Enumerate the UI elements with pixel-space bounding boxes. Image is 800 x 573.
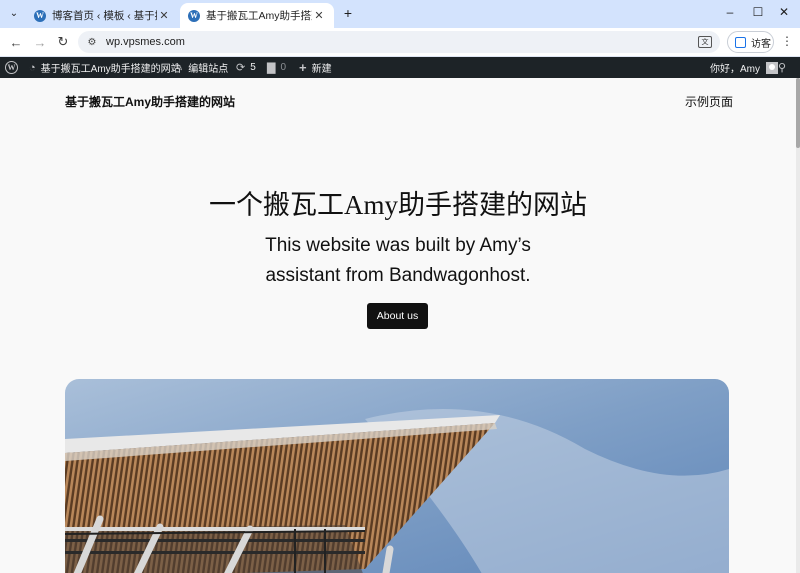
window-close-button[interactable]: ✕ [776,5,792,19]
wordpress-icon: W [5,61,18,74]
building-photo [65,379,729,573]
comments-count: 0 [280,62,287,73]
arrow-left-icon: ← [9,34,23,50]
forward-button[interactable]: → [32,34,48,50]
minimize-button[interactable]: – [722,5,738,19]
comment-icon: ▇ [267,62,276,74]
admin-bar-site-name[interactable]: ◔ 基于搬瓦工Amy助手搭建的网站 [29,57,181,78]
more-menu-icon[interactable]: ⋮ [781,34,793,48]
admin-bar-new[interactable]: + 新建 [299,57,332,78]
brush-icon: ✎ [174,62,184,74]
about-us-button[interactable]: About us [367,303,428,329]
hero-subtitle: This website was built by Amy’s assistan… [265,235,531,286]
guest-label: 访客 [751,38,771,50]
reload-button[interactable]: ↻ [55,34,71,50]
admin-bar-updates[interactable]: ⟳ 5 [236,57,256,78]
nav-link-sample-page[interactable]: 示例页面 [685,93,733,110]
greeting-text: 你好，Amy [710,64,760,75]
tab-site-home[interactable]: W 基于搬瓦工Amy助手搭建的网站 ✕ [180,3,334,28]
reload-icon: ↻ [57,34,69,49]
site-info-icon[interactable]: ⚙ [84,37,100,48]
tab-title: 基于搬瓦工Amy助手搭建的网站 [206,10,312,22]
tab-blog-home[interactable]: W 博客首页 ‹ 模板 ‹ 基于搬瓦工Amy助手搭建的网站 — WordPres… [26,3,179,28]
wordpress-icon: W [34,9,46,22]
tab-strip: ⌄ W 博客首页 ‹ 模板 ‹ 基于搬瓦工Amy助手搭建的网站 — WordPr… [0,0,800,28]
search-icon: ⚲ [778,62,787,74]
wp-admin-bar: W ◔ 基于搬瓦工Amy助手搭建的网站 ✎ 编辑站点 ⟳ 5 ▇ 0 + 新建 … [0,57,800,78]
url-text[interactable]: wp.vpsmes.com [106,36,698,48]
page-scrollbar[interactable] [796,78,800,573]
avatar [766,61,778,74]
chevron-down-icon: ⌄ [9,7,19,19]
close-icon[interactable]: ✕ [157,9,171,22]
admin-bar-customize[interactable]: ✎ 编辑站点 [174,57,228,78]
translate-icon[interactable]: 文 [698,36,712,48]
address-bar[interactable]: ⚙ wp.vpsmes.com 文 [78,31,720,53]
close-icon[interactable]: ✕ [312,9,326,22]
scrollbar-thumb[interactable] [796,78,800,148]
hero-heading: 一个搬瓦工Amy助手搭建的网站 [209,190,587,220]
new-tab-button[interactable]: + [340,5,356,21]
guest-profile-button[interactable]: 访客 [727,31,774,53]
updates-icon: ⟳ [236,62,246,74]
site-name-label: 基于搬瓦工Amy助手搭建的网站 [40,64,181,75]
browser-toolbar: ← → ↻ ⚙ wp.vpsmes.com 文 访客 ⋮ [0,28,800,56]
wp-logo-menu[interactable]: W [5,57,18,78]
dashboard-icon: ◔ [29,61,36,74]
page-content: 基于搬瓦工Amy助手搭建的网站 示例页面 一个搬瓦工Amy助手搭建的网站 Thi… [0,78,796,573]
hero-image [65,379,729,573]
person-icon [735,36,746,48]
admin-bar-account[interactable]: 你好，Amy [710,57,778,78]
tab-search-button[interactable]: ⌄ [5,4,23,22]
customize-label: 编辑站点 [188,64,229,75]
maximize-button[interactable]: ☐ [750,5,766,19]
new-label: 新建 [311,64,332,75]
wordpress-icon: W [188,9,200,22]
plus-icon: + [299,60,307,75]
admin-bar-comments[interactable]: ▇ 0 [267,57,286,78]
updates-count: 5 [250,62,256,73]
admin-bar-search[interactable]: ⚲ [778,57,786,78]
arrow-right-icon: → [33,34,47,50]
back-button[interactable]: ← [8,34,24,50]
site-title[interactable]: 基于搬瓦工Amy助手搭建的网站 [65,93,235,110]
tab-title: 博客首页 ‹ 模板 ‹ 基于搬瓦工Amy助手搭建的网站 — WordPress [52,10,157,22]
